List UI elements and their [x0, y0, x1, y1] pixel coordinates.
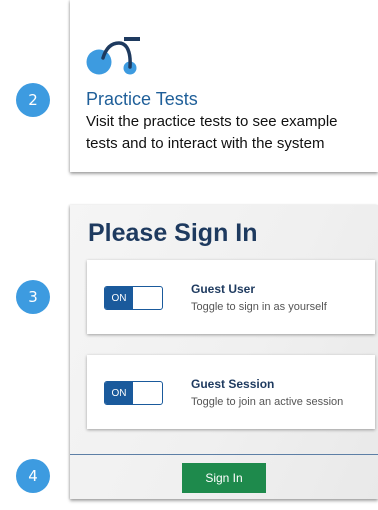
guest-user-description: Toggle to sign in as yourself — [191, 301, 327, 313]
toggle-on-label: ON — [105, 382, 133, 404]
page: 2 3 4 Practice Tests Visit the practice … — [0, 0, 378, 510]
divider — [70, 454, 378, 455]
sign-in-title: Please Sign In — [88, 219, 258, 247]
step-badge-2: 2 — [16, 83, 50, 117]
sign-in-panel: Please Sign In ON Guest User Toggle to s… — [70, 205, 378, 499]
step-badge-4: 4 — [16, 459, 50, 493]
guest-user-card: ON Guest User Toggle to sign in as yours… — [87, 260, 375, 334]
guest-user-toggle[interactable]: ON — [104, 286, 163, 310]
guest-session-toggle[interactable]: ON — [104, 381, 163, 405]
guest-session-title: Guest Session — [191, 377, 275, 391]
toggle-on-label: ON — [105, 287, 133, 309]
tricycle-icon — [86, 37, 140, 75]
guest-user-title: Guest User — [191, 282, 256, 296]
guest-session-description: Toggle to join an active session — [191, 396, 344, 408]
practice-tests-card[interactable]: Practice Tests Visit the practice tests … — [70, 0, 378, 172]
guest-session-card: ON Guest Session Toggle to join an activ… — [87, 355, 375, 429]
practice-tests-description: Visit the practice tests to see example … — [86, 113, 338, 152]
practice-tests-title: Practice Tests — [86, 89, 198, 109]
step-badge-3: 3 — [16, 280, 50, 314]
sign-in-button[interactable]: Sign In — [182, 463, 266, 493]
